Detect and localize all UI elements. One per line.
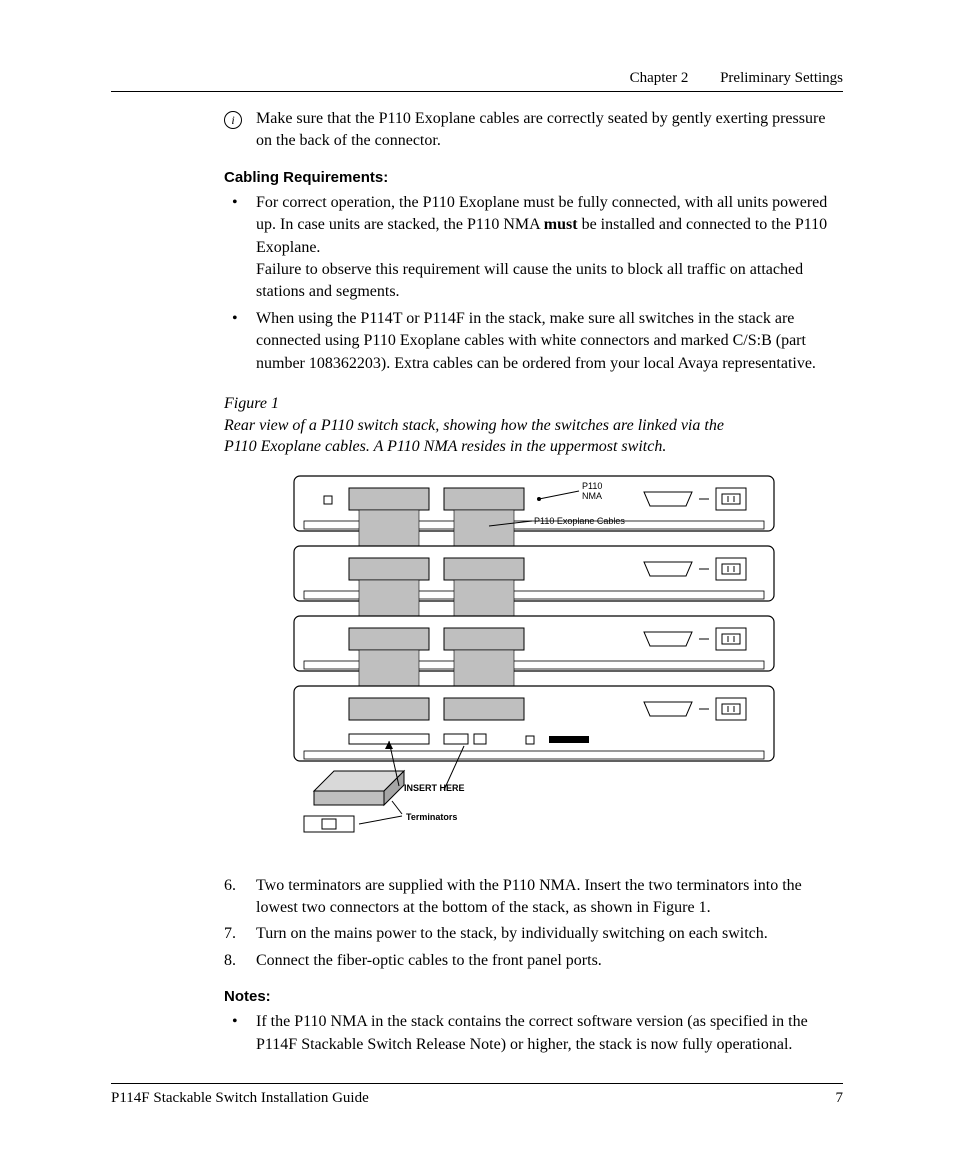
bullet-bold: must [544,216,578,233]
figure-label-cables: P110 Exoplane Cables [534,516,625,526]
header-chapter: Chapter 2 [630,70,689,86]
notes-heading: Notes: [224,988,843,1005]
figure-label: Figure 1 [224,395,279,412]
step-number: 7. [224,923,236,945]
step-text: Two terminators are supplied with the P1… [256,877,802,916]
bullet-text: When using the P114T or P114F in the sta… [256,310,816,372]
footer-page-number: 7 [836,1090,844,1107]
step-text: Turn on the mains power to the stack, by… [256,925,768,942]
numbered-steps: 6. Two terminators are supplied with the … [224,875,843,973]
step-number: 6. [224,875,236,897]
cabling-bullet-list: For correct operation, the P110 Exoplane… [224,192,843,375]
figure-caption-text: Rear view of a P110 switch stack, showin… [224,415,744,458]
page-content: i Make sure that the P110 Exoplane cable… [224,108,843,1056]
header-title: Preliminary Settings [720,70,843,86]
list-item: If the P110 NMA in the stack contains th… [224,1011,843,1056]
step-number: 8. [224,950,236,972]
cabling-requirements-heading: Cabling Requirements: [224,169,843,186]
figure-label-terminators: Terminators [406,812,457,822]
figure-caption: Figure 1 Rear view of a P110 switch stack… [224,393,843,458]
footer-doc-title: P114F Stackable Switch Installation Guid… [111,1090,369,1107]
list-item: 8. Connect the fiber-optic cables to the … [224,950,843,972]
notes-bullet-list: If the P110 NMA in the stack contains th… [224,1011,843,1056]
list-item: 6. Two terminators are supplied with the … [224,875,843,920]
info-icon: i [224,111,242,129]
info-note-text: Make sure that the P110 Exoplane cables … [256,108,843,153]
note-text: If the P110 NMA in the stack contains th… [256,1013,808,1052]
list-item: 7. Turn on the mains power to the stack, … [224,923,843,945]
step-text: Connect the fiber-optic cables to the fr… [256,952,602,969]
list-item: For correct operation, the P110 Exoplane… [224,192,843,304]
figure-label-nma-line2: NMA [582,491,602,501]
page-footer: P114F Stackable Switch Installation Guid… [111,1083,843,1107]
figure-diagram: P110 NMA P110 Exoplane Cables INSERT HER… [284,466,784,851]
info-note-row: i Make sure that the P110 Exoplane cable… [224,108,843,153]
figure-label-insert: INSERT HERE [404,783,465,793]
figure-label-nma-line1: P110 [582,481,602,491]
list-item: When using the P114T or P114F in the sta… [224,308,843,375]
page-header: Chapter 2 Preliminary Settings [111,70,843,92]
